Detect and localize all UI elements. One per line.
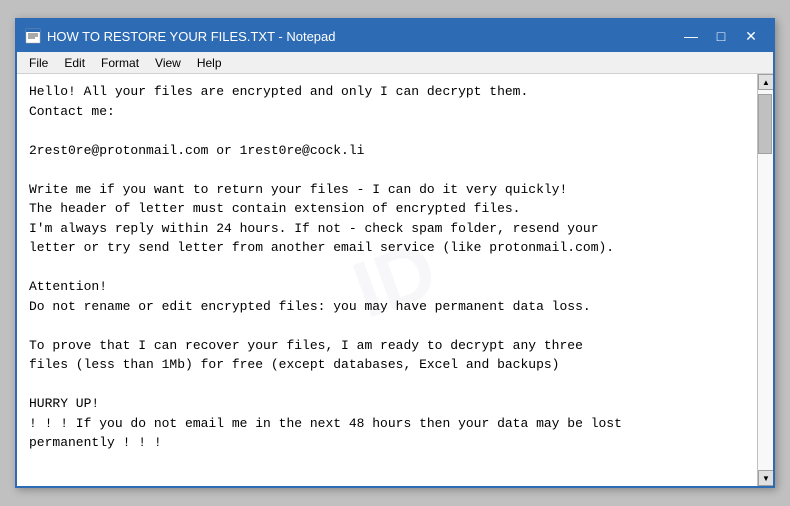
menu-view[interactable]: View bbox=[147, 54, 189, 72]
menu-file[interactable]: File bbox=[21, 54, 56, 72]
scroll-up-button[interactable]: ▲ bbox=[758, 74, 773, 90]
close-button[interactable]: ✕ bbox=[737, 24, 765, 48]
menu-format[interactable]: Format bbox=[93, 54, 147, 72]
content-area: ID Hello! All your files are encrypted a… bbox=[17, 74, 773, 486]
notepad-window: HOW TO RESTORE YOUR FILES.TXT - Notepad … bbox=[15, 18, 775, 488]
text-editor[interactable]: Hello! All your files are encrypted and … bbox=[17, 74, 757, 486]
window-controls: — □ ✕ bbox=[677, 24, 765, 48]
title-bar: HOW TO RESTORE YOUR FILES.TXT - Notepad … bbox=[17, 20, 773, 52]
menu-bar: File Edit Format View Help bbox=[17, 52, 773, 74]
window-title: HOW TO RESTORE YOUR FILES.TXT - Notepad bbox=[47, 29, 677, 44]
maximize-button[interactable]: □ bbox=[707, 24, 735, 48]
menu-edit[interactable]: Edit bbox=[56, 54, 93, 72]
minimize-button[interactable]: — bbox=[677, 24, 705, 48]
scroll-down-button[interactable]: ▼ bbox=[758, 470, 773, 486]
window-icon bbox=[25, 28, 41, 44]
scrollbar-thumb[interactable] bbox=[758, 94, 772, 154]
scrollbar[interactable]: ▲ ▼ bbox=[757, 74, 773, 486]
scrollbar-track[interactable] bbox=[758, 90, 773, 470]
menu-help[interactable]: Help bbox=[189, 54, 230, 72]
